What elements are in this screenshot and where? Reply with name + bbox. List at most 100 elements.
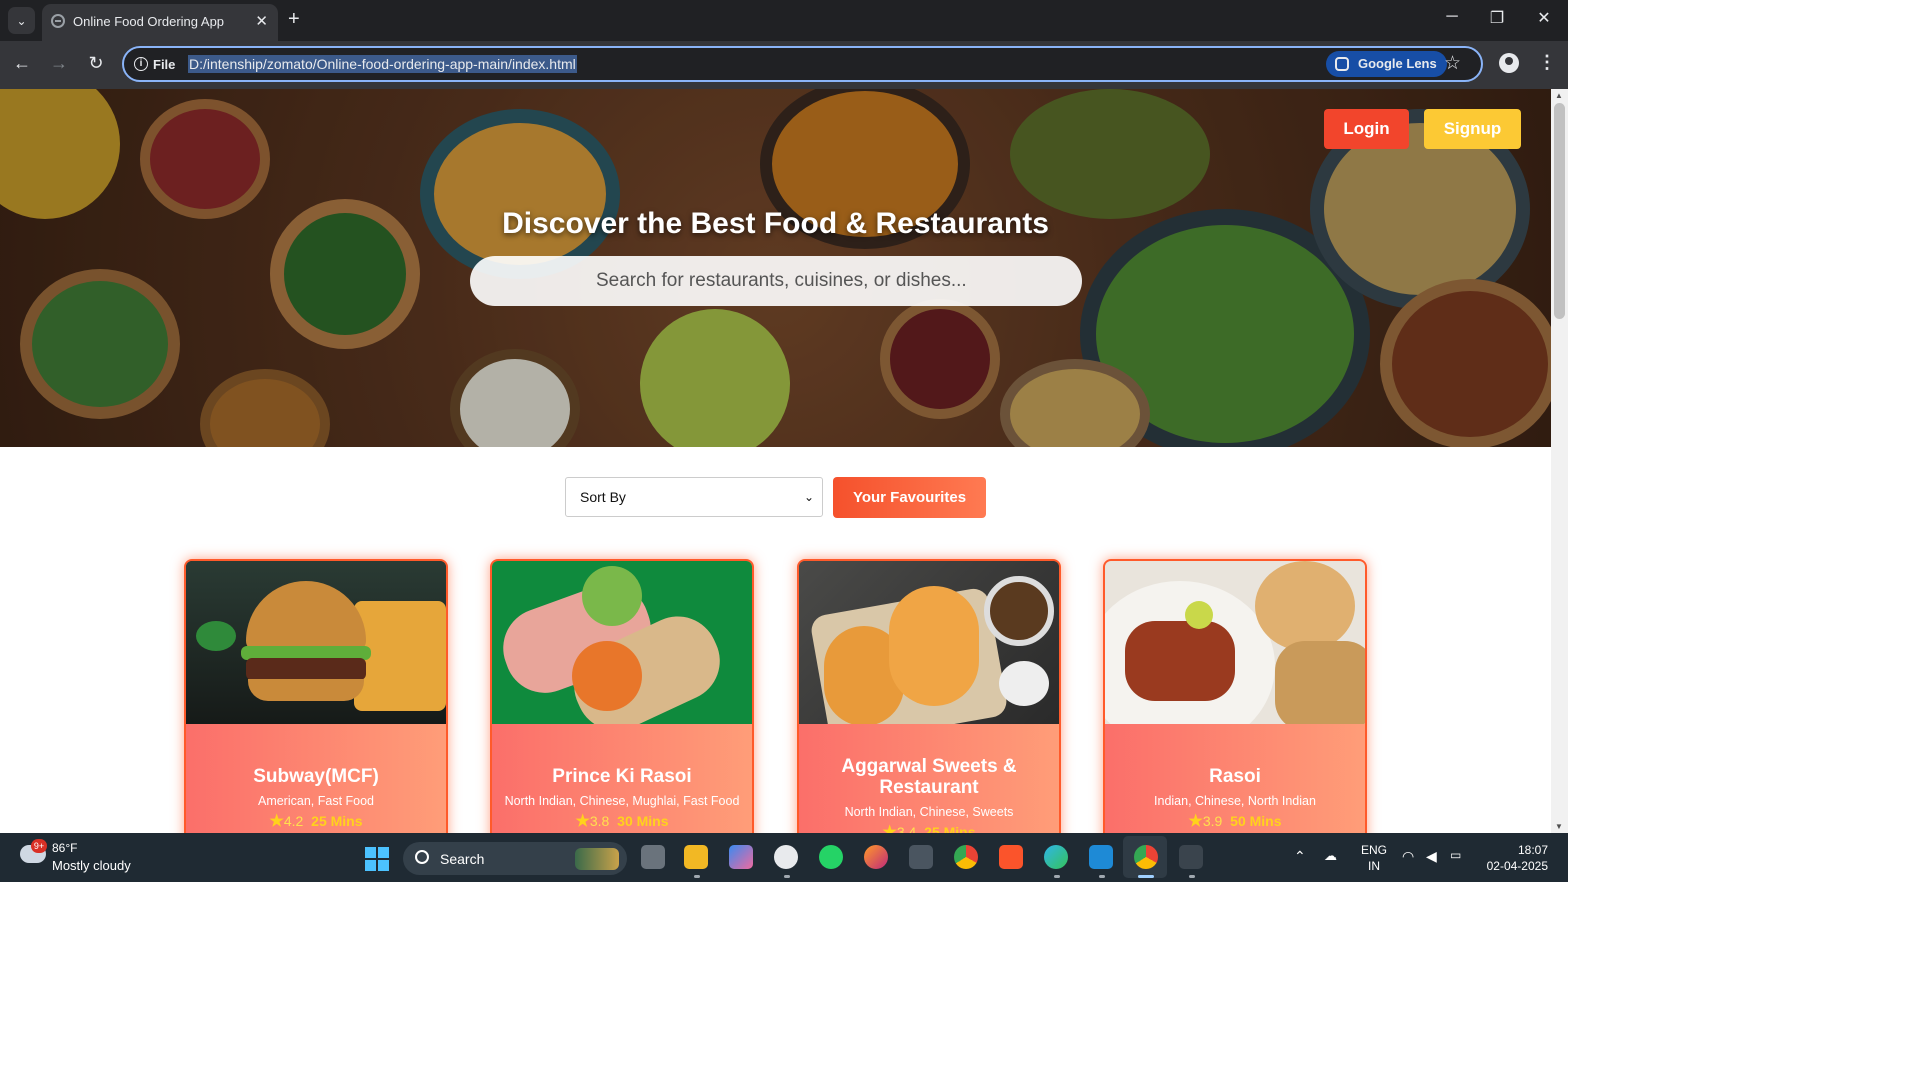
burger-image [186,561,446,724]
more-menu-icon[interactable]: ⋮ [1538,52,1556,73]
restaurant-search-input[interactable] [470,256,1082,306]
weather-description: Mostly cloudy [52,858,131,873]
bookmark-star-icon[interactable]: ☆ [1444,52,1461,75]
scrollbar-thumb[interactable] [1554,103,1565,319]
restaurant-meta: ★3.9 50 Mins [1105,811,1365,831]
close-window-icon[interactable]: ✕ [1529,8,1559,28]
firefox-icon[interactable] [864,845,888,869]
google-lens-button[interactable]: Google Lens [1326,51,1447,77]
forward-arrow-icon[interactable]: → [47,53,71,74]
sort-by-select[interactable]: Sort By ⌄ [565,477,823,517]
edge-icon[interactable] [1044,845,1068,869]
restaurant-name: Prince Ki Rasoi [552,766,692,787]
running-indicator [1054,875,1060,878]
notification-badge: 9+ [31,839,47,853]
chole-bhature-image [799,561,1059,724]
sort-by-selected-value: Sort By [580,489,626,505]
globe-icon [51,14,65,28]
weather-temperature: 86°F [52,841,78,855]
restaurant-name: Rasoi [1209,766,1261,787]
unity-icon[interactable] [909,845,933,869]
language-code: ENG [1361,843,1388,857]
back-arrow-icon[interactable]: ← [10,53,34,74]
profile-icon[interactable] [1499,53,1519,73]
scroll-down-icon[interactable]: ▼ [1555,822,1563,831]
restaurant-card[interactable]: Rasoi Indian, Chinese, North Indian ★3.9… [1103,559,1367,833]
chrome-icon[interactable] [954,845,978,869]
taskbar-search-box[interactable]: Search [403,842,627,875]
restaurant-card-body: Prince Ki Rasoi North Indian, Chinese, M… [492,724,752,831]
os-taskbar: 9+ 86°F Mostly cloudy Search ⌃ ☁ ENG IN … [0,833,1568,882]
vscode-icon[interactable] [1089,845,1113,869]
restaurant-rating: 3.8 [589,813,610,829]
running-indicator [694,875,700,878]
site-info-icon[interactable]: i [134,57,148,71]
clock-time: 18:07 [1517,843,1548,857]
restaurant-rating: 3.9 [1202,813,1223,829]
restaurant-cuisine: American, Fast Food [257,794,374,808]
terminal-icon[interactable] [1179,845,1203,869]
restaurant-rating: 3.4 [896,824,917,833]
onedrive-error-icon[interactable]: ☁ [1324,848,1337,864]
file-explorer-icon[interactable] [684,845,708,869]
active-indicator [1138,875,1154,878]
restaurant-meta: ★3.8 30 Mins [492,811,752,831]
close-tab-icon[interactable]: ✕ [255,12,268,30]
whatsapp-icon[interactable] [819,845,843,869]
tab-title: Online Food Ordering App [73,14,225,29]
minimize-icon[interactable]: ─ [1437,8,1467,26]
brave-icon[interactable] [999,845,1023,869]
task-view-icon[interactable] [641,845,665,869]
signup-button[interactable]: Signup [1424,109,1521,149]
your-favourites-button[interactable]: Your Favourites [833,477,986,518]
url-scheme-label: File [153,57,176,72]
battery-icon[interactable]: ▭ [1450,848,1461,862]
delivery-time: 50 Mins [1230,813,1282,829]
delivery-time: 30 Mins [617,813,669,829]
restaurant-name: Subway(MCF) [253,766,379,787]
reload-icon[interactable]: ↻ [84,53,108,74]
show-hidden-icons-chevron-icon[interactable]: ⌃ [1294,848,1306,865]
lens-icon [1335,57,1349,71]
url-text[interactable]: D:/intenship/zomato/Online-food-ordering… [188,55,577,73]
system-clock[interactable]: 18:07 02-04-2025 [1478,842,1548,874]
rating-star-icon: ★ [1188,813,1203,830]
page-scrollbar[interactable]: ▲ ▼ [1551,89,1568,833]
rating-star-icon: ★ [882,824,897,833]
volume-icon[interactable]: ◀ [1426,848,1437,865]
hero-title: Discover the Best Food & Restaurants [502,207,1049,240]
restaurant-card-body: Aggarwal Sweets & Restaurant North India… [799,724,1059,833]
restaurant-meta: ★4.2 25 Mins [186,811,446,831]
wrap-image [492,561,752,724]
hero-banner: Discover the Best Food & Restaurants Log… [0,89,1551,447]
rating-star-icon: ★ [269,813,284,830]
delivery-time: 25 Mins [311,813,363,829]
tab-search-chevron-icon[interactable]: ⌄ [8,7,35,34]
chatgpt-icon[interactable] [774,845,798,869]
language-indicator[interactable]: ENG IN [1361,842,1387,874]
google-lens-label: Google Lens [1358,56,1437,71]
address-bar[interactable]: i File D:/intenship/zomato/Online-food-o… [122,46,1483,82]
new-tab-button[interactable]: + [288,8,300,30]
search-icon [415,850,429,864]
clock-date: 02-04-2025 [1486,859,1548,873]
restaurant-cuisine: North Indian, Chinese, Mughlai, Fast Foo… [504,794,740,808]
search-highlight-icon [575,848,619,870]
restaurant-card[interactable]: Aggarwal Sweets & Restaurant North India… [797,559,1061,833]
running-indicator [1099,875,1105,878]
scroll-up-icon[interactable]: ▲ [1555,91,1563,100]
browser-tab[interactable]: Online Food Ordering App ✕ [42,4,278,41]
copilot-icon[interactable] [729,845,753,869]
restore-icon[interactable]: ❐ [1482,8,1512,28]
chrome-active-icon[interactable] [1134,845,1158,869]
running-indicator [1189,875,1195,878]
restaurant-rating: 4.2 [283,813,304,829]
tandoori-platter-image [1105,561,1365,724]
page-viewport: Discover the Best Food & Restaurants Log… [0,89,1551,833]
restaurant-card[interactable]: Prince Ki Rasoi North Indian, Chinese, M… [490,559,754,833]
restaurant-card[interactable]: Subway(MCF) American, Fast Food ★4.2 25 … [184,559,448,833]
windows-start-icon[interactable] [365,847,389,871]
browser-tab-bar: ⌄ Online Food Ordering App ✕ + ─ ❐ ✕ [0,0,1568,41]
login-button[interactable]: Login [1324,109,1409,149]
wifi-icon[interactable]: ◠ [1402,848,1414,865]
